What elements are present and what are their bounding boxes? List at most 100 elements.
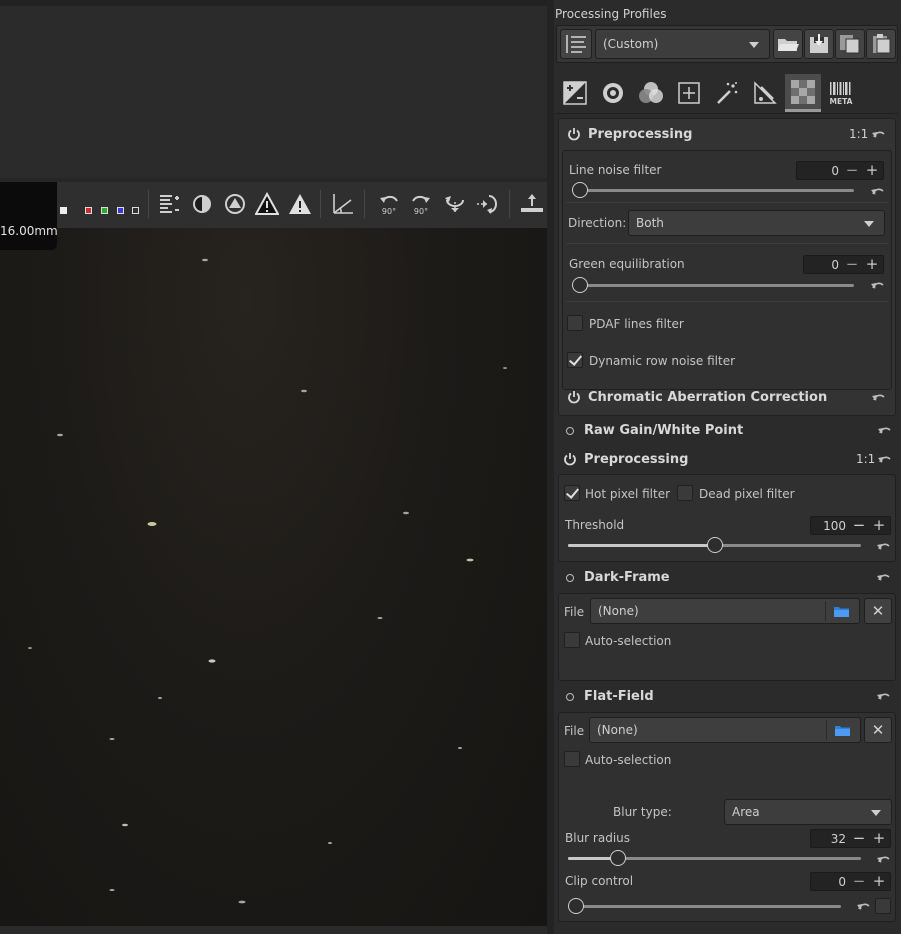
auto-selection-checkbox[interactable]	[564, 751, 580, 767]
increment-button[interactable]: +	[862, 255, 882, 274]
reset-icon[interactable]	[877, 541, 891, 551]
panel-separator[interactable]	[547, 0, 554, 934]
auto-selection-checkbox[interactable]	[564, 632, 580, 648]
rotate-left-icon[interactable]: 90°	[377, 192, 401, 216]
channel-blue-icon[interactable]	[117, 207, 124, 214]
reset-icon[interactable]	[878, 425, 892, 435]
line-noise-spinner[interactable]: 0 − +	[796, 161, 884, 180]
decrement-button[interactable]: −	[842, 255, 862, 274]
channel-luminance-icon[interactable]	[60, 207, 67, 214]
slider-handle[interactable]	[707, 537, 723, 553]
hot-pixel-checkbox[interactable]	[564, 485, 580, 501]
divider	[566, 202, 888, 203]
line-noise-label: Line noise filter	[569, 163, 662, 177]
section-title[interactable]: Dark-Frame	[584, 570, 670, 585]
clipped-shadows-icon[interactable]	[255, 192, 279, 216]
slider-handle[interactable]	[572, 277, 588, 293]
copy-profile-button[interactable]	[835, 29, 865, 59]
clipped-highlights-icon[interactable]	[288, 192, 312, 216]
clear-file-button[interactable]: ✕	[864, 598, 892, 624]
toolbar-divider	[320, 190, 321, 218]
reset-icon[interactable]	[877, 854, 891, 864]
image-preview[interactable]	[0, 228, 547, 926]
tab-exposure[interactable]	[557, 74, 593, 112]
dark-frame-file-chooser[interactable]: (None)	[590, 598, 860, 624]
tab-raw[interactable]	[747, 74, 783, 112]
blur-radius-spinner[interactable]: 32 − +	[810, 829, 891, 848]
straighten-icon[interactable]	[331, 192, 355, 216]
histogram-icon[interactable]	[157, 192, 181, 216]
increment-button[interactable]: +	[869, 516, 889, 535]
increment-button[interactable]: +	[862, 161, 882, 180]
divider	[825, 601, 826, 621]
line-noise-slider[interactable]	[572, 189, 854, 192]
gamut-warning-icon[interactable]	[223, 192, 247, 216]
channel-green-icon[interactable]	[101, 207, 108, 214]
reset-icon[interactable]	[878, 454, 892, 464]
focus-mask-icon[interactable]	[190, 192, 214, 216]
pdaf-checkbox[interactable]	[567, 315, 583, 331]
focal-length-tooltip: 16.00mm	[0, 182, 58, 250]
tab-raw-sensor[interactable]	[785, 74, 821, 112]
rotate-right-icon[interactable]: 90°	[409, 192, 433, 216]
auto-clip-checkbox[interactable]	[875, 898, 891, 914]
section-title[interactable]: Flat-Field	[584, 689, 654, 704]
decrement-button[interactable]: −	[849, 516, 869, 535]
increment-button[interactable]: +	[869, 829, 889, 848]
blur-type-select[interactable]: Area	[724, 799, 892, 825]
clip-control-spinner[interactable]: 0 − +	[810, 872, 891, 891]
profile-list-button[interactable]	[560, 29, 592, 59]
list-icon	[566, 35, 586, 53]
clear-file-button[interactable]: ✕	[864, 717, 892, 743]
reset-icon[interactable]	[877, 572, 891, 582]
tab-effects[interactable]	[709, 74, 745, 112]
reset-icon[interactable]	[857, 901, 871, 911]
decrement-button[interactable]: −	[849, 872, 869, 891]
decrement-button[interactable]: −	[842, 161, 862, 180]
power-icon[interactable]	[567, 390, 581, 404]
green-eq-slider[interactable]	[572, 284, 854, 287]
profile-select[interactable]: (Custom)	[595, 29, 770, 59]
increment-button[interactable]: +	[869, 872, 889, 891]
dynamic-row-checkbox[interactable]	[567, 352, 583, 368]
reset-icon[interactable]	[877, 691, 891, 701]
reset-icon[interactable]	[871, 186, 885, 196]
section-title[interactable]: Raw Gain/White Point	[584, 423, 743, 438]
reset-icon[interactable]	[871, 280, 885, 290]
direction-select[interactable]: Both	[628, 210, 885, 236]
divider	[566, 301, 888, 302]
green-eq-label: Green equilibration	[569, 257, 685, 271]
slider-handle[interactable]	[572, 182, 588, 198]
threshold-spinner[interactable]: 100 − +	[810, 516, 891, 535]
flat-field-file-chooser[interactable]: (None)	[589, 717, 861, 743]
metadata-icon: META	[830, 82, 853, 106]
section-title[interactable]: Preprocessing	[588, 127, 692, 142]
channel-red-icon[interactable]	[85, 207, 92, 214]
tab-metadata[interactable]: META	[823, 74, 859, 112]
clip-control-slider[interactable]	[568, 905, 841, 908]
tab-transform[interactable]	[671, 74, 707, 112]
reset-icon[interactable]	[872, 392, 886, 402]
save-profile-button[interactable]	[804, 29, 834, 59]
decrement-button[interactable]: −	[849, 829, 869, 848]
green-eq-spinner[interactable]: 0 − +	[803, 255, 884, 274]
hot-pixel-label: Hot pixel filter	[585, 487, 671, 501]
chevron-down-icon	[864, 221, 874, 227]
raw-sensor-icon	[791, 79, 815, 104]
dead-pixel-checkbox[interactable]	[677, 485, 693, 501]
slider-handle[interactable]	[610, 850, 626, 866]
flip-vertical-icon[interactable]	[443, 192, 467, 216]
tab-color[interactable]	[633, 74, 669, 112]
slider-handle[interactable]	[568, 898, 584, 914]
power-icon[interactable]	[563, 452, 577, 466]
flip-horizontal-icon[interactable]	[475, 192, 499, 216]
section-title[interactable]: Preprocessing	[584, 452, 688, 467]
open-profile-button[interactable]	[773, 29, 803, 59]
channel-mono-icon[interactable]	[132, 207, 139, 214]
paste-profile-button[interactable]	[866, 29, 896, 59]
tool-upload-icon[interactable]	[520, 192, 544, 216]
reset-icon[interactable]	[872, 129, 886, 139]
power-icon[interactable]	[567, 127, 581, 141]
section-title[interactable]: Chromatic Aberration Correction	[588, 390, 827, 405]
tab-detail[interactable]	[595, 74, 631, 112]
